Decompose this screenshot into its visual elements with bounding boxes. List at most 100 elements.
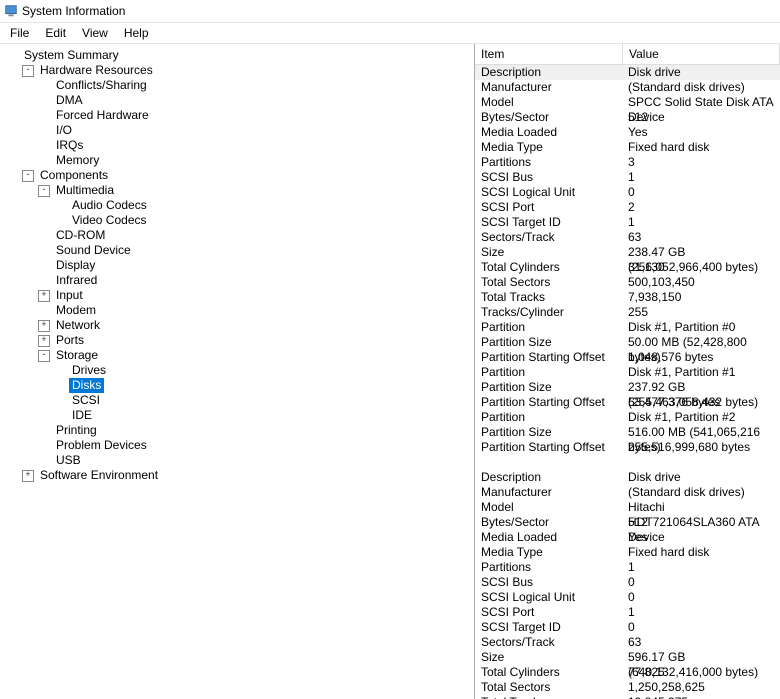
menu-edit[interactable]: Edit (37, 24, 74, 42)
tree-item[interactable]: Infrared (6, 273, 468, 288)
tree-item[interactable]: +Input (6, 288, 468, 303)
detail-row[interactable]: Total Cylinders31,130 (475, 260, 780, 275)
detail-row[interactable]: SCSI Logical Unit0 (475, 185, 780, 200)
tree-item[interactable]: DMA (6, 93, 468, 108)
tree-label[interactable]: Problem Devices (53, 438, 150, 453)
tree-label[interactable]: I/O (53, 123, 75, 138)
expand-icon[interactable]: + (38, 320, 50, 332)
tree-item[interactable]: SCSI (6, 393, 468, 408)
tree-item[interactable]: Problem Devices (6, 438, 468, 453)
tree-label[interactable]: Hardware Resources (37, 63, 156, 78)
collapse-icon[interactable]: - (38, 350, 50, 362)
tree-label[interactable]: Software Environment (37, 468, 161, 483)
detail-row[interactable]: Media TypeFixed hard disk (475, 140, 780, 155)
tree-label[interactable]: Infrared (53, 273, 100, 288)
detail-row[interactable]: SCSI Target ID0 (475, 620, 780, 635)
tree-item[interactable]: I/O (6, 123, 468, 138)
detail-row[interactable]: Bytes/Sector512 (475, 110, 780, 125)
detail-row[interactable]: Tracks/Cylinder255 (475, 305, 780, 320)
tree-item[interactable]: Forced Hardware (6, 108, 468, 123)
detail-row[interactable]: Partition Starting Offset1,048,576 bytes (475, 350, 780, 365)
detail-row[interactable] (475, 455, 780, 470)
menu-help[interactable]: Help (116, 24, 157, 42)
detail-row[interactable]: ModelHitachi HDT721064SLA360 ATA Device (475, 500, 780, 515)
tree-item[interactable]: Sound Device (6, 243, 468, 258)
tree-label[interactable]: Drives (69, 363, 109, 378)
detail-row[interactable]: SCSI Logical Unit0 (475, 590, 780, 605)
tree-label[interactable]: USB (53, 453, 84, 468)
detail-row[interactable]: Media LoadedYes (475, 530, 780, 545)
tree-label[interactable]: IRQs (53, 138, 86, 153)
detail-row[interactable]: Partition Starting Offset53,477,376 byte… (475, 395, 780, 410)
detail-row[interactable]: Partition Size50.00 MB (52,428,800 bytes… (475, 335, 780, 350)
tree-item[interactable]: -Components (6, 168, 468, 183)
tree-label[interactable]: Memory (53, 153, 102, 168)
detail-row[interactable]: SCSI Target ID1 (475, 215, 780, 230)
tree-item[interactable]: -Storage (6, 348, 468, 363)
detail-row[interactable]: Manufacturer(Standard disk drives) (475, 485, 780, 500)
detail-row[interactable]: Sectors/Track63 (475, 635, 780, 650)
detail-row[interactable]: Partition Starting Offset255,516,999,680… (475, 440, 780, 455)
tree-label[interactable]: Printing (53, 423, 100, 438)
detail-row[interactable]: Total Cylinders77,825 (475, 665, 780, 680)
tree-label[interactable]: Input (53, 288, 86, 303)
expand-icon[interactable]: + (38, 290, 50, 302)
collapse-icon[interactable]: - (38, 185, 50, 197)
tree-item[interactable]: System Summary (6, 48, 468, 63)
detail-row[interactable]: PartitionDisk #1, Partition #2 (475, 410, 780, 425)
tree-item[interactable]: Conflicts/Sharing (6, 78, 468, 93)
tree-label[interactable]: Disks (69, 378, 104, 393)
tree-label[interactable]: Modem (53, 303, 99, 318)
tree-label[interactable]: IDE (69, 408, 95, 423)
detail-row[interactable]: SCSI Bus1 (475, 170, 780, 185)
tree-label[interactable]: Video Codecs (69, 213, 150, 228)
tree-item[interactable]: +Network (6, 318, 468, 333)
detail-row[interactable]: Bytes/Sector512 (475, 515, 780, 530)
tree-item[interactable]: Video Codecs (6, 213, 468, 228)
expand-icon[interactable]: + (38, 335, 50, 347)
tree-item[interactable]: Disks (6, 378, 468, 393)
detail-row[interactable]: Media TypeFixed hard disk (475, 545, 780, 560)
tree-label[interactable]: System Summary (21, 48, 122, 63)
detail-row[interactable]: SCSI Port2 (475, 200, 780, 215)
detail-row[interactable]: Manufacturer(Standard disk drives) (475, 80, 780, 95)
tree-item[interactable]: Printing (6, 423, 468, 438)
tree-label[interactable]: DMA (53, 93, 86, 108)
detail-row[interactable]: SCSI Bus0 (475, 575, 780, 590)
detail-row[interactable]: Total Tracks19,845,375 (475, 695, 780, 699)
detail-row[interactable]: Partitions1 (475, 560, 780, 575)
tree-item[interactable]: IDE (6, 408, 468, 423)
detail-row[interactable]: Media LoadedYes (475, 125, 780, 140)
detail-row[interactable]: DescriptionDisk drive (475, 470, 780, 485)
tree-label[interactable]: Network (53, 318, 103, 333)
tree-label[interactable]: Multimedia (53, 183, 117, 198)
tree-item[interactable]: Memory (6, 153, 468, 168)
detail-row[interactable]: Total Sectors500,103,450 (475, 275, 780, 290)
detail-row[interactable]: Partitions3 (475, 155, 780, 170)
col-header-value[interactable]: Value (623, 44, 780, 64)
detail-row[interactable]: Sectors/Track63 (475, 230, 780, 245)
detail-row[interactable]: SCSI Port1 (475, 605, 780, 620)
detail-row[interactable]: Size596.17 GB (640,132,416,000 bytes) (475, 650, 780, 665)
detail-row[interactable]: Partition Size237.92 GB (255,463,058,432… (475, 380, 780, 395)
detail-row[interactable]: DescriptionDisk drive (475, 65, 780, 80)
tree-label[interactable]: Display (53, 258, 98, 273)
tree-item[interactable]: Audio Codecs (6, 198, 468, 213)
tree-label[interactable]: SCSI (69, 393, 103, 408)
tree-item[interactable]: -Hardware Resources (6, 63, 468, 78)
tree-label[interactable]: Sound Device (53, 243, 134, 258)
detail-row[interactable]: PartitionDisk #1, Partition #1 (475, 365, 780, 380)
tree-item[interactable]: Drives (6, 363, 468, 378)
detail-row[interactable]: ModelSPCC Solid State Disk ATA Device (475, 95, 780, 110)
menu-file[interactable]: File (2, 24, 37, 42)
collapse-icon[interactable]: - (22, 65, 34, 77)
tree-label[interactable]: Components (37, 168, 111, 183)
detail-row[interactable]: Total Tracks7,938,150 (475, 290, 780, 305)
detail-row[interactable]: PartitionDisk #1, Partition #0 (475, 320, 780, 335)
detail-row[interactable]: Partition Size516.00 MB (541,065,216 byt… (475, 425, 780, 440)
collapse-icon[interactable]: - (22, 170, 34, 182)
tree-item[interactable]: IRQs (6, 138, 468, 153)
tree-item[interactable]: Display (6, 258, 468, 273)
tree-item[interactable]: +Software Environment (6, 468, 468, 483)
tree-item[interactable]: USB (6, 453, 468, 468)
